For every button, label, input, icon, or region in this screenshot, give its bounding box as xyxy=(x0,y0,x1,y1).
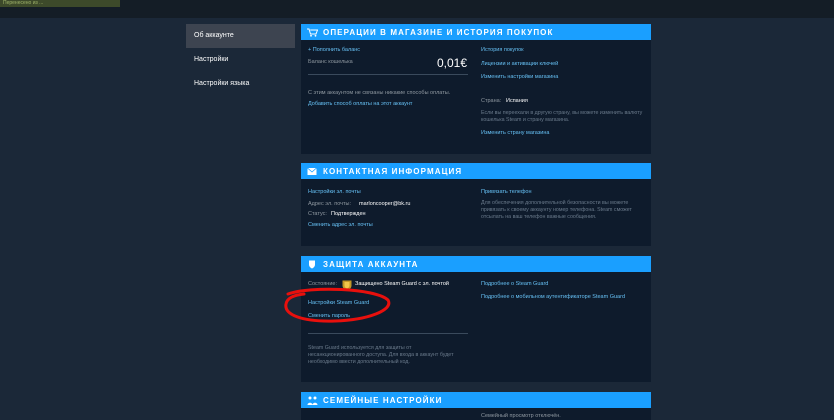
family-panel-header: СЕМЕЙНЫЕ НАСТРОЙКИ xyxy=(301,392,651,408)
store-divider xyxy=(308,74,468,75)
security-panel-header: ЗАЩИТА АККАУНТА xyxy=(301,256,651,272)
guard-note: Steam Guard используется для защиты от н… xyxy=(308,345,454,365)
email-status-value: Подтвержден xyxy=(331,211,366,217)
security-panel-title: ЗАЩИТА АККАУНТА xyxy=(323,259,419,269)
shopping-cart-icon xyxy=(307,28,318,37)
change-email-link[interactable]: Сменить адрес эл. почты xyxy=(308,222,373,228)
add-phone-link[interactable]: Привязать телефон xyxy=(481,189,532,195)
more-about-guard-link[interactable]: Подробнее о Steam Guard xyxy=(481,281,548,287)
store-panel-title: ОПЕРАЦИИ В МАГАЗИНЕ И ИСТОРИЯ ПОКУПОК xyxy=(323,27,554,37)
no-payment-text: С этим аккаунтом не связаны никакие спос… xyxy=(308,90,451,96)
email-settings-link[interactable]: Настройки эл. почты xyxy=(308,189,361,195)
email-value: marloncooper@bk.ru xyxy=(359,201,411,207)
contact-panel: КОНТАКТНАЯ ИНФОРМАЦИЯ Настройки эл. почт… xyxy=(301,163,651,246)
envelope-icon xyxy=(307,167,318,176)
wallet-balance-label: Баланс кошелька xyxy=(308,59,353,65)
store-panel-header: ОПЕРАЦИИ В МАГАЗИНЕ И ИСТОРИЯ ПОКУПОК xyxy=(301,24,651,40)
wallet-balance-value: 0,01€ xyxy=(437,56,468,70)
account-sidebar: Об аккаунте Настройки Настройки языка xyxy=(186,24,295,96)
family-panel: СЕМЕЙНЫЕ НАСТРОЙКИ Семейный просмотр отк… xyxy=(301,392,651,420)
shield-icon xyxy=(307,260,318,269)
store-settings-link[interactable]: Изменить настройки магазина xyxy=(481,74,558,80)
family-icon xyxy=(307,396,318,405)
add-payment-link[interactable]: Добавить способ оплаты на этот аккаунт xyxy=(308,101,412,107)
email-status-label: Статус: xyxy=(308,211,327,217)
top-badge: Перенесено из ... xyxy=(0,0,120,7)
security-divider xyxy=(308,333,468,334)
red-annotation-circle xyxy=(284,287,391,323)
family-status-text: Семейный просмотр отключён. xyxy=(481,413,561,419)
family-panel-title: СЕМЕЙНЫЕ НАСТРОЙКИ xyxy=(323,395,443,405)
purchase-history-link[interactable]: История покупок xyxy=(481,47,524,53)
licenses-link[interactable]: Лицензии и активации ключей xyxy=(481,61,558,67)
sidebar-item-language[interactable]: Настройки языка xyxy=(186,72,295,96)
contact-panel-header: КОНТАКТНАЯ ИНФОРМАЦИЯ xyxy=(301,163,651,179)
more-about-mobile-link[interactable]: Подробнее о мобильном аутентификаторе St… xyxy=(481,294,625,300)
country-value: Испания xyxy=(506,98,528,104)
country-note: Если вы переехали в другую страну, вы мо… xyxy=(481,110,643,123)
country-label: Страна: xyxy=(481,98,502,104)
sidebar-item-settings[interactable]: Настройки xyxy=(186,48,295,72)
add-funds-link[interactable]: + Пополнить баланс xyxy=(308,47,360,53)
email-label: Адрес эл. почты: xyxy=(308,201,352,207)
contact-panel-title: КОНТАКТНАЯ ИНФОРМАЦИЯ xyxy=(323,166,463,176)
change-country-link[interactable]: Изменить страну магазина xyxy=(481,130,549,136)
phone-note: Для обеспечения дополнительной безопасно… xyxy=(481,200,632,220)
top-strip: Перенесено из ... xyxy=(0,0,834,18)
sidebar-item-account[interactable]: Об аккаунте xyxy=(186,24,295,48)
store-panel: ОПЕРАЦИИ В МАГАЗИНЕ И ИСТОРИЯ ПОКУПОК + … xyxy=(301,24,651,154)
